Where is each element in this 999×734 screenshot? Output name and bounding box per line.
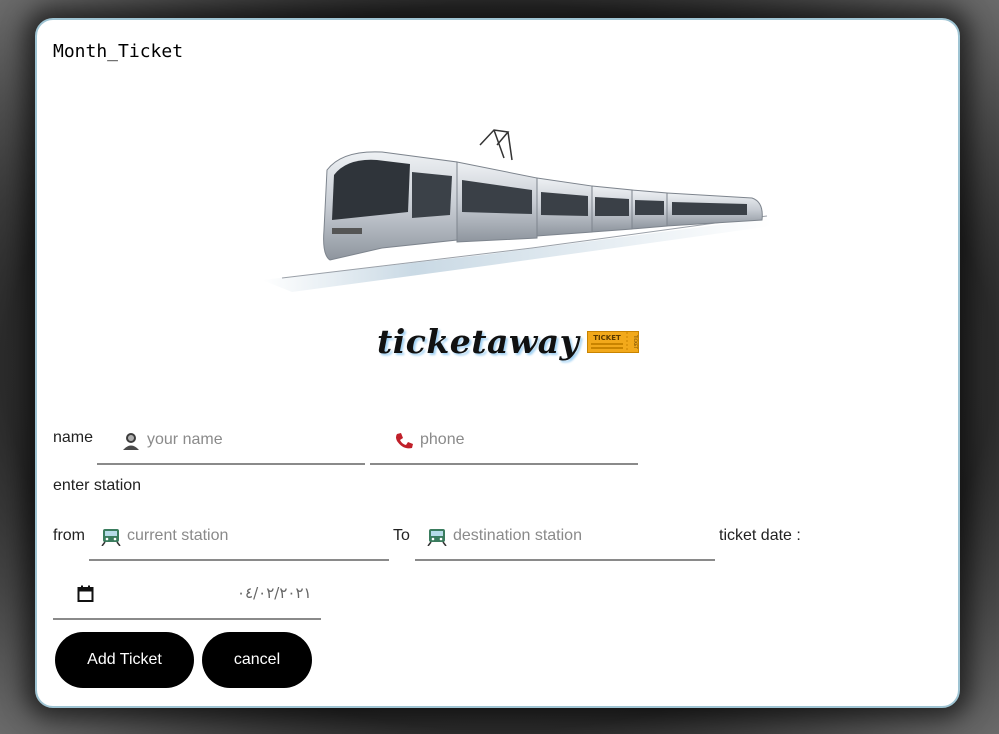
- phone-field[interactable]: [370, 419, 638, 465]
- calendar-icon[interactable]: [77, 585, 94, 602]
- phone-input[interactable]: [418, 425, 622, 455]
- add-ticket-button[interactable]: Add Ticket: [55, 632, 194, 688]
- train-icon: [101, 529, 121, 546]
- brand-logo: ticketaway TICKET TICKET: [377, 322, 640, 361]
- ticket-date-value[interactable]: ٠٤/٠٢/٢٠٢١: [237, 584, 312, 602]
- to-label: To: [393, 527, 410, 544]
- svg-text:TICKET: TICKET: [633, 333, 638, 349]
- phone-icon: [396, 433, 413, 449]
- ticket-date-label: ticket date :: [719, 527, 801, 544]
- name-field[interactable]: [97, 419, 365, 465]
- cancel-button[interactable]: cancel: [202, 632, 312, 688]
- page-title: Month_Ticket: [53, 41, 184, 62]
- ticket-dialog: Month_Ticket ticketaway TICKET TICKET na…: [35, 18, 960, 708]
- to-station-input[interactable]: [451, 521, 655, 551]
- name-input[interactable]: [145, 425, 349, 455]
- to-station-field[interactable]: [415, 515, 715, 561]
- svg-text:TICKET: TICKET: [594, 334, 622, 342]
- name-label: name: [53, 429, 94, 446]
- ticket-date-field[interactable]: ٠٤/٠٢/٢٠٢١: [53, 571, 321, 620]
- person-icon: [123, 433, 139, 450]
- from-label: from: [53, 527, 85, 544]
- ticket-icon: TICKET TICKET: [587, 330, 640, 353]
- enter-station-label: enter station: [53, 477, 142, 494]
- from-station-input[interactable]: [125, 521, 329, 551]
- tram-image: [232, 120, 777, 295]
- from-station-field[interactable]: [89, 515, 389, 561]
- brand-name: ticketaway: [377, 322, 580, 361]
- train-icon: [427, 529, 447, 546]
